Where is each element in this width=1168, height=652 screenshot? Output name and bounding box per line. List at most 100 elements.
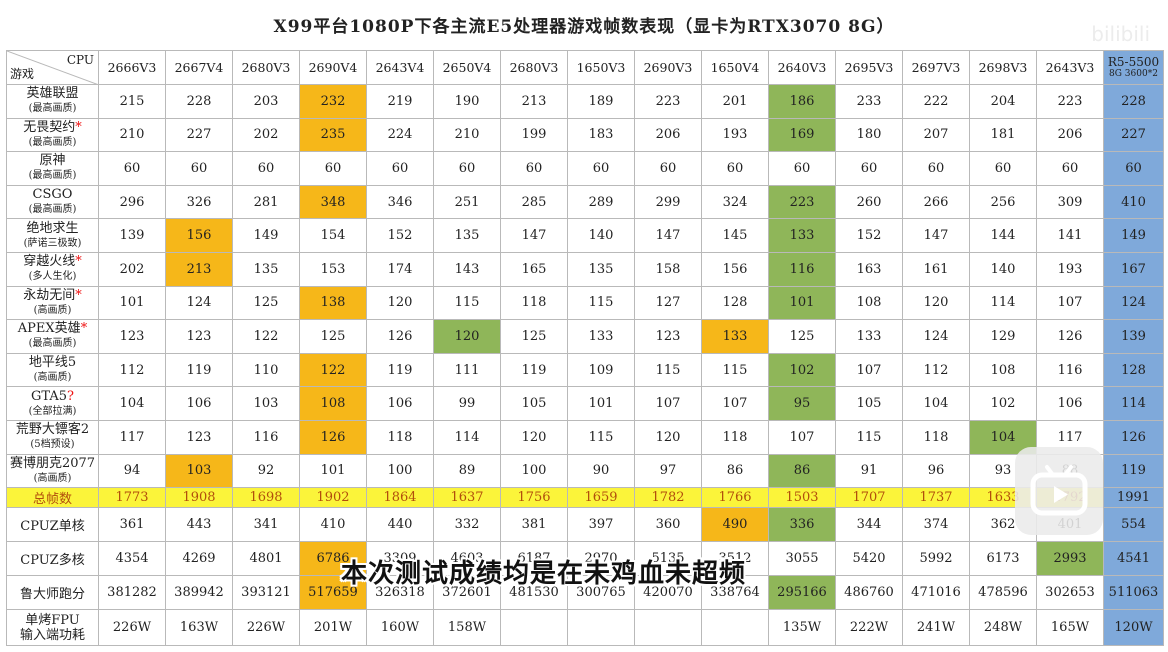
value-cell: 1902 [299, 487, 367, 509]
reference-cpu-name: R5-5500 [1107, 54, 1160, 69]
game-name: 原神 [39, 153, 66, 169]
value-cell: 122 [232, 319, 300, 354]
value-cell: 6173 [969, 541, 1037, 577]
game-name-cell: 永劫无间* (高画质) [6, 285, 99, 321]
value-cell: 60 [768, 151, 836, 186]
value-cell: 91 [835, 453, 903, 489]
value-cell: 135 [567, 251, 635, 287]
game-settings: (高画质) [33, 304, 72, 316]
game-row: CSGO (最高画质) 296 326 281 348 346 251 285 289 299 324… [6, 184, 1164, 220]
value-cell: 203 [232, 84, 300, 119]
reference-value-cell: 119 [1103, 453, 1164, 489]
reference-value-cell: 120W [1103, 609, 1164, 647]
value-cell: 107 [701, 386, 769, 421]
value-cell: 210 [98, 117, 166, 153]
value-cell: 486760 [835, 575, 903, 611]
value-cell: 381282 [98, 575, 166, 611]
value-cell: 141 [1036, 218, 1104, 253]
bilibili-tv-button[interactable] [1015, 447, 1103, 535]
value-cell: 145 [701, 218, 769, 253]
value-cell: 119 [366, 352, 434, 388]
value-cell: 102 [768, 352, 836, 388]
value-cell: 118 [366, 419, 434, 455]
game-axis-label: 游戏 [10, 67, 35, 81]
game-name-cell: 赛博朋克2077 (高画质) [6, 453, 99, 489]
cpu-header-cell: 2680V3 [232, 50, 300, 85]
value-cell: 105 [500, 386, 568, 421]
value-cell: 92 [232, 453, 300, 489]
cpu-header-cell: 2695V3 [835, 50, 903, 85]
value-cell: 201 [701, 84, 769, 119]
value-cell: 100 [366, 453, 434, 489]
game-name-cell: CSGO (最高画质) [6, 184, 99, 220]
game-row: GTA5? (全部拉满) 104 106 103 108 106 99 105 101 107 107… [6, 386, 1164, 421]
value-cell: 60 [701, 151, 769, 186]
value-cell: 89 [433, 453, 501, 489]
game-name: 地平线5 [28, 355, 77, 371]
game-name: 英雄联盟 [26, 86, 79, 102]
value-cell: 4269 [165, 541, 233, 577]
value-cell: 1864 [366, 487, 434, 509]
power-row: 单烤FPU 输入端功耗 226W 163W 226W 201W 160W 158W 135W 22… [6, 609, 1164, 647]
value-cell: 60 [902, 151, 970, 186]
value-cell: 135 [433, 218, 501, 253]
total-frames-label: 总帧数 [6, 487, 99, 509]
cpu-header-cell: 2643V4 [366, 50, 434, 85]
value-cell: 154 [299, 218, 367, 253]
value-cell [634, 609, 702, 647]
value-cell: 160W [366, 609, 434, 647]
value-cell: 60 [433, 151, 501, 186]
table-title: X99平台1080P下各主流E5处理器游戏帧数表现（显卡为RTX3070 8G） [273, 17, 895, 37]
value-cell: 471016 [902, 575, 970, 611]
value-cell: 115 [567, 419, 635, 455]
value-cell: 140 [969, 251, 1037, 287]
value-cell: 183 [567, 117, 635, 153]
value-cell: 1756 [500, 487, 568, 509]
value-cell: 215 [98, 84, 166, 119]
reference-value-cell: 128 [1103, 352, 1164, 388]
value-cell: 123 [98, 319, 166, 354]
value-cell: 147 [634, 218, 702, 253]
value-cell: 266 [902, 184, 970, 220]
value-cell: 289 [567, 184, 635, 220]
game-row: 永劫无间* (高画质) 101 124 125 138 120 115 118 115 127 128… [6, 285, 1164, 321]
benchmark-label: CPUZ多核 [6, 541, 99, 577]
value-cell: 60 [366, 151, 434, 186]
value-cell: 201W [299, 609, 367, 647]
value-cell: 86 [701, 453, 769, 489]
value-cell: 125 [500, 319, 568, 354]
reference-value-cell: 139 [1103, 319, 1164, 354]
value-cell: 295166 [768, 575, 836, 611]
reference-value-cell: 114 [1103, 386, 1164, 421]
game-name: 穿越火线 [23, 254, 76, 270]
game-name: 荒野大镖客2 [15, 422, 90, 438]
game-settings: (全部拉满) [28, 405, 77, 417]
cpu-header-cell: 2690V3 [634, 50, 702, 85]
value-cell: 193 [701, 117, 769, 153]
value-cell: 99 [433, 386, 501, 421]
value-cell: 94 [98, 453, 166, 489]
value-cell: 153 [299, 251, 367, 287]
value-cell: 222 [902, 84, 970, 119]
value-cell: 118 [500, 285, 568, 321]
value-cell: 90 [567, 453, 635, 489]
value-cell: 125 [768, 319, 836, 354]
value-cell: 332 [433, 507, 501, 543]
value-cell: 5420 [835, 541, 903, 577]
value-cell: 107 [835, 352, 903, 388]
game-name-cell: 荒野大镖客2 (5档预设) [6, 419, 99, 455]
value-cell: 381 [500, 507, 568, 543]
value-cell: 219 [366, 84, 434, 119]
value-cell [500, 609, 568, 647]
value-cell: 60 [567, 151, 635, 186]
value-cell: 107 [634, 386, 702, 421]
game-row: 无畏契约* (最高画质) 210 227 202 235 224 210 199 183 206 19… [6, 117, 1164, 153]
value-cell: 112 [902, 352, 970, 388]
game-name-cell: 英雄联盟 (最高画质) [6, 84, 99, 119]
value-cell: 60 [299, 151, 367, 186]
value-cell: 202 [98, 251, 166, 287]
value-cell: 210 [433, 117, 501, 153]
game-row: 赛博朋克2077 (高画质) 94 103 92 101 100 89 100 90 97 86 86 9… [6, 453, 1164, 489]
value-cell: 224 [366, 117, 434, 153]
value-cell: 115 [634, 352, 702, 388]
